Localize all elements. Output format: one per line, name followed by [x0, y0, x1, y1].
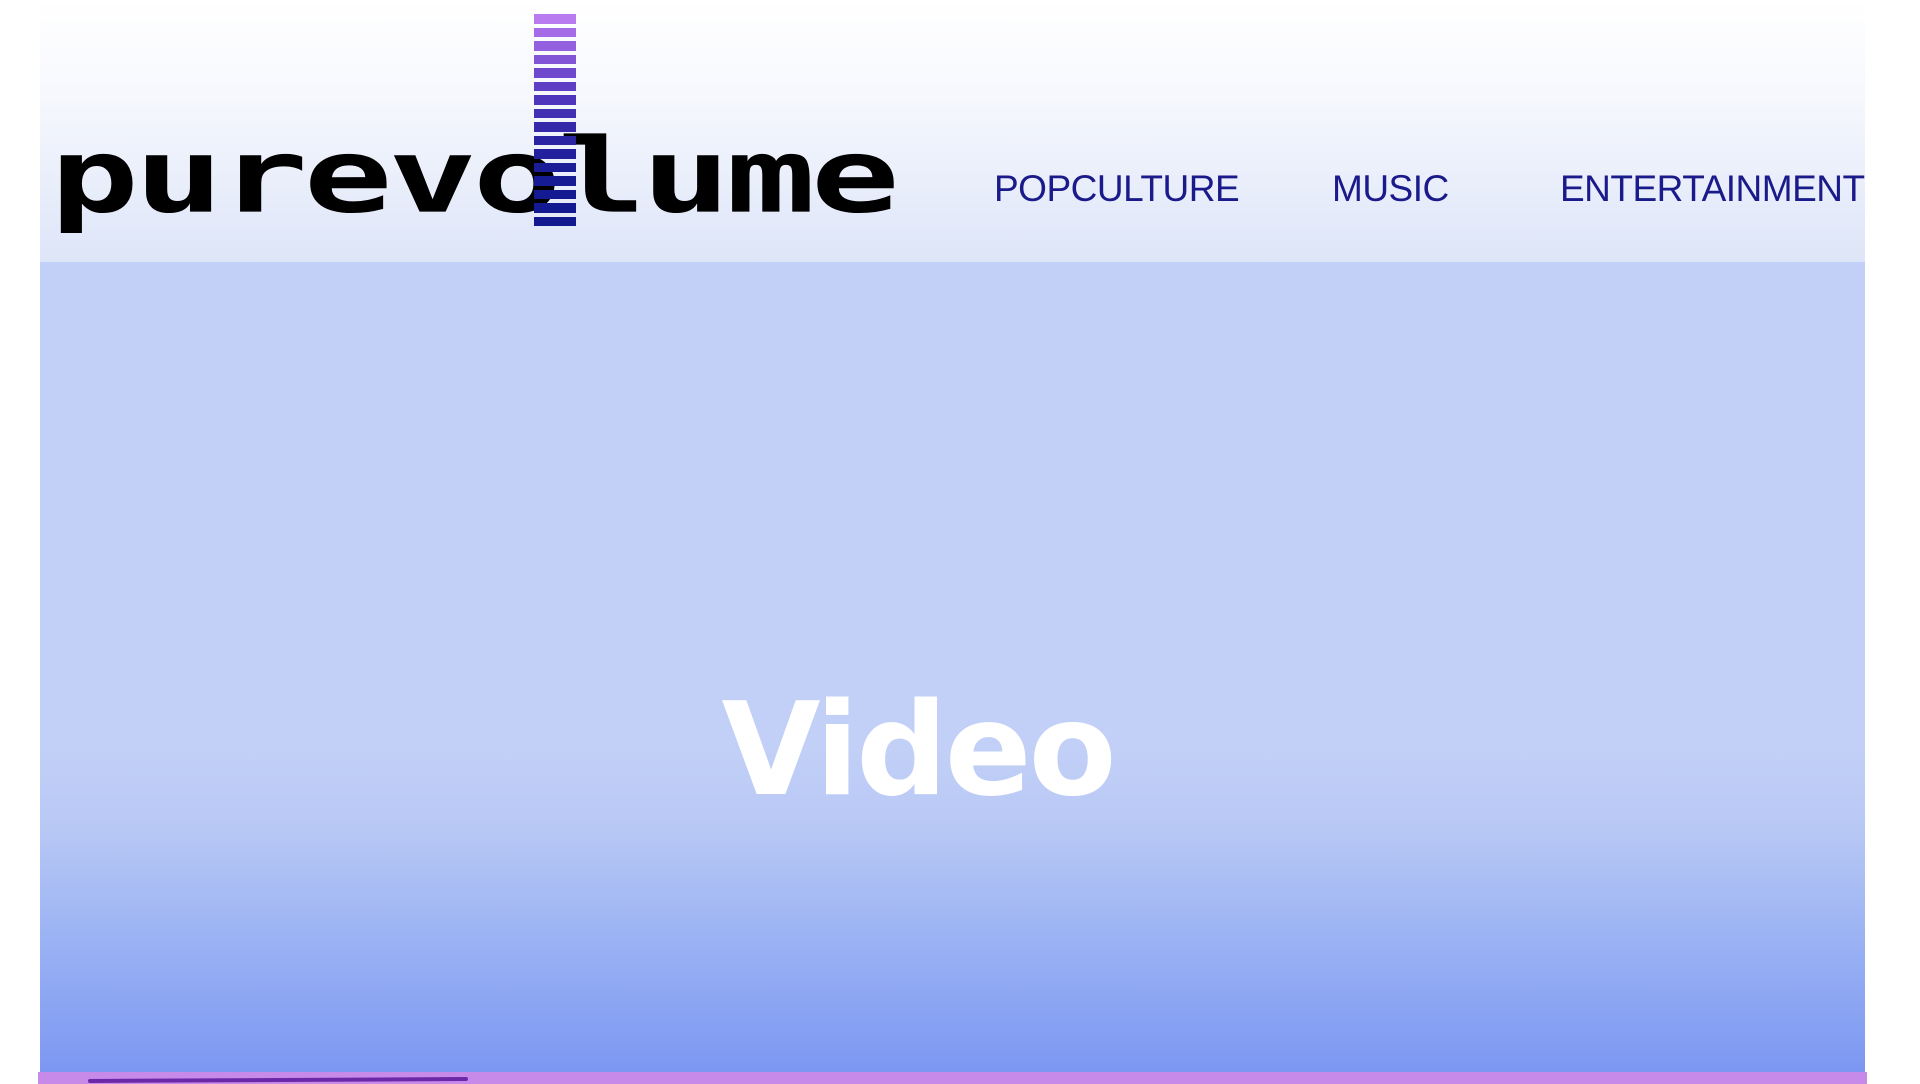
logo-meter-segment [534, 81, 576, 91]
video-player[interactable]: Video [40, 262, 1865, 1072]
logo-meter-segment [534, 135, 576, 145]
logo-meter-segment [534, 68, 576, 78]
logo-meter-segment [534, 41, 576, 51]
logo-meter-segment [534, 54, 576, 64]
logo-meter-segment [534, 27, 576, 37]
bottom-accent-bar [38, 1072, 1867, 1084]
logo-meter-segment [534, 122, 576, 132]
logo-meter-segment [534, 95, 576, 105]
site-logo[interactable]: purevolume [50, 10, 900, 260]
nav-link-popculture[interactable]: POPCULTURE [994, 168, 1240, 210]
video-placeholder-label: Video [721, 676, 1116, 825]
main-nav: POPCULTURE MUSIC ENTERTAINMENT [40, 168, 1865, 218]
logo-meter-segment [534, 149, 576, 159]
logo-meter-segment [534, 108, 576, 118]
nav-link-music[interactable]: MUSIC [1332, 168, 1449, 210]
page: purevolume POPCULTURE MUSIC ENTERTAINMEN… [38, 0, 1867, 1084]
logo-meter-segment [534, 14, 576, 24]
nav-link-entertainment[interactable]: ENTERTAINMENT [1560, 168, 1865, 210]
site-header: purevolume POPCULTURE MUSIC ENTERTAINMEN… [40, 0, 1865, 262]
bottom-accent-stroke [87, 1077, 469, 1083]
